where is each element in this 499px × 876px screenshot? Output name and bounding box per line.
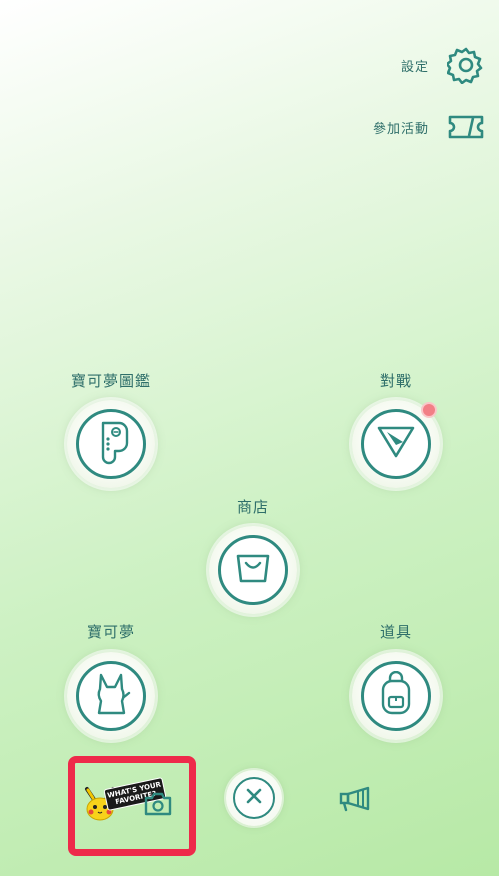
battle-notification-dot [421, 402, 437, 418]
close-menu-button[interactable] [226, 770, 282, 826]
pokedex-icon [91, 419, 131, 469]
shop-button-ring [218, 535, 288, 605]
pokemon-button-ring [76, 661, 146, 731]
close-button-ring [233, 777, 275, 819]
items-button[interactable] [352, 652, 440, 740]
pokedex-button[interactable] [67, 400, 155, 488]
events-label: 參加活動 [372, 121, 429, 137]
battle-icon [375, 422, 417, 466]
camera-icon [143, 791, 173, 821]
shop-button[interactable] [209, 526, 297, 614]
pokemon-button[interactable] [67, 652, 155, 740]
events-link[interactable]: 參加活動 [373, 112, 485, 142]
ticket-icon [447, 112, 485, 142]
pokemon-label: 寶可夢 [86, 623, 135, 641]
pikachu-silhouette-icon [91, 671, 131, 721]
items-button-ring [361, 661, 431, 731]
backpack-icon [376, 670, 416, 721]
shopping-bag-icon [233, 550, 273, 590]
news-button[interactable] [338, 784, 376, 818]
settings-link[interactable]: 設定 [401, 46, 485, 84]
items-label: 道具 [379, 623, 412, 641]
settings-label: 設定 [400, 59, 429, 75]
pokedex-button-ring [76, 409, 146, 479]
battle-label: 對戰 [379, 372, 412, 390]
battle-button-ring [361, 409, 431, 479]
close-icon [245, 787, 263, 809]
megaphone-icon [338, 786, 376, 818]
gear-icon [447, 46, 485, 84]
shop-label: 商店 [236, 498, 269, 516]
ar-camera-button[interactable]: WHAT'S YOUR FAVORITE? [68, 756, 196, 856]
pokedex-label: 寶可夢圖鑑 [70, 372, 151, 390]
